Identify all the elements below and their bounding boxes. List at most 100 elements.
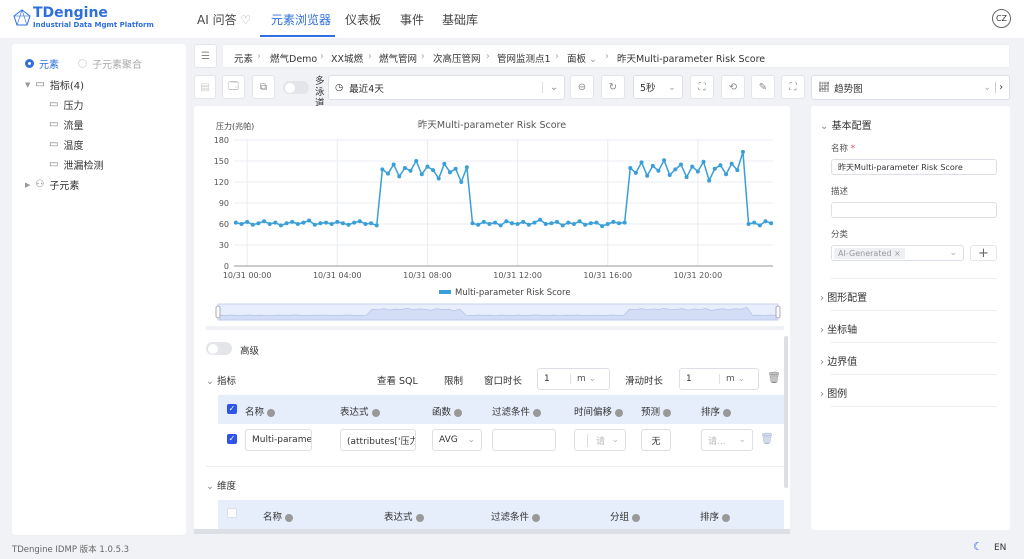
function-select[interactable]: AVG ⌄ — [432, 429, 482, 451]
data-point — [262, 219, 267, 224]
basic-config-section[interactable]: ⌄ 基本配置 — [820, 117, 872, 132]
data-point — [633, 170, 638, 175]
breadcrumb-item[interactable]: XX城燃 — [331, 51, 363, 65]
data-point — [707, 178, 712, 183]
nav-library[interactable]: 基础库 — [442, 11, 478, 28]
time-offset-select[interactable]: 请 ⌄ — [574, 429, 626, 451]
column-header: 函数 — [432, 404, 463, 418]
trash-icon[interactable]: 🗑︎ — [760, 432, 774, 445]
divider — [206, 466, 784, 467]
data-point — [695, 169, 700, 174]
avatar[interactable]: CZ — [992, 9, 1011, 28]
column-header: 排序 — [701, 404, 732, 418]
dimension-section-toggle[interactable]: ⌄ 维度 — [206, 478, 236, 492]
radio-child-aggregate[interactable]: 子元素聚合 — [78, 56, 142, 71]
trash-icon[interactable]: 🗑︎ — [767, 371, 781, 384]
nav-dashboard[interactable]: 仪表板 — [345, 11, 381, 28]
data-point — [447, 170, 452, 175]
limit-label[interactable]: 限制 — [444, 373, 463, 387]
tree-group-metrics[interactable]: ▼ ▭ 指标(4) — [25, 77, 84, 92]
column-header: 名称 — [263, 509, 294, 523]
nav-events[interactable]: 事件 — [400, 11, 424, 28]
save-button[interactable]: 🗔 — [222, 75, 245, 99]
data-point — [402, 166, 407, 170]
data-point — [498, 223, 503, 228]
category-select[interactable]: AI-Generated × ⌄ — [831, 245, 964, 261]
data-point — [346, 222, 351, 227]
edit-button[interactable]: ✎ — [751, 75, 775, 99]
view-sql-button[interactable]: 查看 SQL — [377, 373, 418, 387]
metric-name-input[interactable]: Multi-parame — [245, 429, 312, 451]
select-all-checkbox[interactable]: ✓ — [227, 404, 237, 414]
data-point — [453, 166, 458, 171]
data-point — [600, 224, 605, 229]
refresh-interval-select[interactable]: 5秒 ⌄ — [633, 75, 683, 99]
collapse-sidebar-button[interactable]: ☰ — [194, 44, 217, 68]
data-point — [532, 220, 537, 225]
tdengine-logo-icon — [13, 9, 31, 26]
category-label: 分类 — [831, 230, 849, 240]
list-button[interactable]: ▤ — [194, 75, 216, 99]
chart-type-select[interactable]: 📈︎ 趋势图 ⌄ › — [811, 75, 1010, 100]
tree-item-temperature[interactable]: ▭ 温度 — [49, 137, 83, 152]
breadcrumb-item[interactable]: 元素 — [234, 51, 253, 65]
time-range-select[interactable]: ◷ 最近4天 ⌄ — [328, 75, 565, 100]
tree-item-leak[interactable]: ▭ 泄漏检测 — [49, 157, 103, 172]
breadcrumb-item[interactable]: 燃气Demo — [270, 51, 317, 65]
window-input[interactable]: 1m ⌄ — [537, 368, 610, 390]
threshold-section[interactable]: › 边界值 — [820, 353, 857, 368]
moon-icon[interactable]: ☾ — [973, 540, 983, 553]
data-point — [628, 166, 633, 170]
dimension-select-all-checkbox[interactable] — [227, 508, 237, 518]
multi-lane-toggle[interactable] — [283, 81, 309, 94]
tree-item-pressure[interactable]: ▭ 压力 — [49, 97, 83, 112]
filter-input[interactable] — [492, 429, 556, 451]
data-point — [386, 171, 390, 176]
data-point — [273, 220, 278, 225]
chevron-down-icon: ⌄ — [206, 481, 214, 492]
row-checkbox[interactable]: ✓ — [227, 434, 237, 444]
tree-item-flow[interactable]: ▭ 流量 — [49, 117, 83, 132]
refresh-button[interactable]: ↻ — [601, 75, 625, 99]
trend-chart[interactable]: 昨天Multi-parameter Risk Score 压力(兆帕) 0 30 60 9… — [194, 106, 790, 328]
data-point — [408, 168, 413, 173]
element-tree-panel: 元素 子元素聚合 ▼ ▭ 指标(4) ▭ 压力 ▭ 流量 ▭ 温度 ▭ 泄漏检测 ▶ ⚇ 子元素 — [12, 44, 186, 535]
data-point — [752, 220, 757, 225]
axis-section[interactable]: › 坐标轴 — [820, 321, 857, 336]
nav-element-browser[interactable]: 元素浏览器 — [271, 11, 331, 28]
tree-group-children[interactable]: ▶ ⚇ 子元素 — [25, 177, 79, 192]
history-button[interactable]: ⟲ — [721, 75, 745, 99]
data-point — [735, 168, 740, 173]
legend-section[interactable]: › 图例 — [820, 385, 847, 400]
data-point — [307, 218, 312, 223]
data-point — [729, 161, 734, 166]
language-toggle[interactable]: EN — [994, 543, 1006, 553]
breadcrumb-item[interactable]: 次高压管网 — [433, 51, 481, 65]
add-category-button[interactable]: + — [970, 245, 997, 261]
breadcrumb-item[interactable]: 燃气管网 — [379, 51, 417, 65]
metrics-section-toggle[interactable]: ⌄ 指标 — [206, 373, 236, 387]
graphic-config-section[interactable]: › 图形配置 — [820, 289, 867, 304]
data-point — [476, 222, 481, 227]
radio-element[interactable]: 元素 — [25, 56, 59, 71]
zoom-out-button[interactable]: ⊖ — [570, 75, 594, 99]
name-input[interactable]: 昨天Multi-parameter Risk Score — [831, 159, 997, 175]
data-point — [521, 219, 526, 224]
nav-ai-qa[interactable]: AI 问答 ♡ — [197, 11, 251, 28]
data-point — [678, 162, 683, 167]
horizontal-scrollbar[interactable] — [194, 529, 790, 534]
breadcrumb-item[interactable]: 管网监测点1 — [497, 51, 551, 65]
vertical-scrollbar[interactable] — [784, 336, 788, 488]
slide-input[interactable]: 1m ⌄ — [679, 368, 759, 390]
advanced-toggle[interactable] — [206, 342, 232, 355]
breadcrumb-item-panel[interactable]: 面板 ⌄ — [567, 51, 597, 65]
hierarchy-icon: ⚇ — [35, 179, 45, 190]
screenshot-button[interactable]: ⛶ — [690, 75, 714, 99]
sort-select[interactable]: 请... ⌄ — [701, 429, 753, 451]
expression-input[interactable]: (attributes['压力 — [340, 429, 416, 451]
data-point — [622, 220, 627, 225]
forecast-button[interactable]: 无 — [641, 429, 671, 451]
description-input[interactable] — [831, 202, 997, 218]
fullscreen-button[interactable]: ⛶ — [781, 75, 805, 99]
clear-button[interactable]: ⧉ — [252, 75, 275, 99]
